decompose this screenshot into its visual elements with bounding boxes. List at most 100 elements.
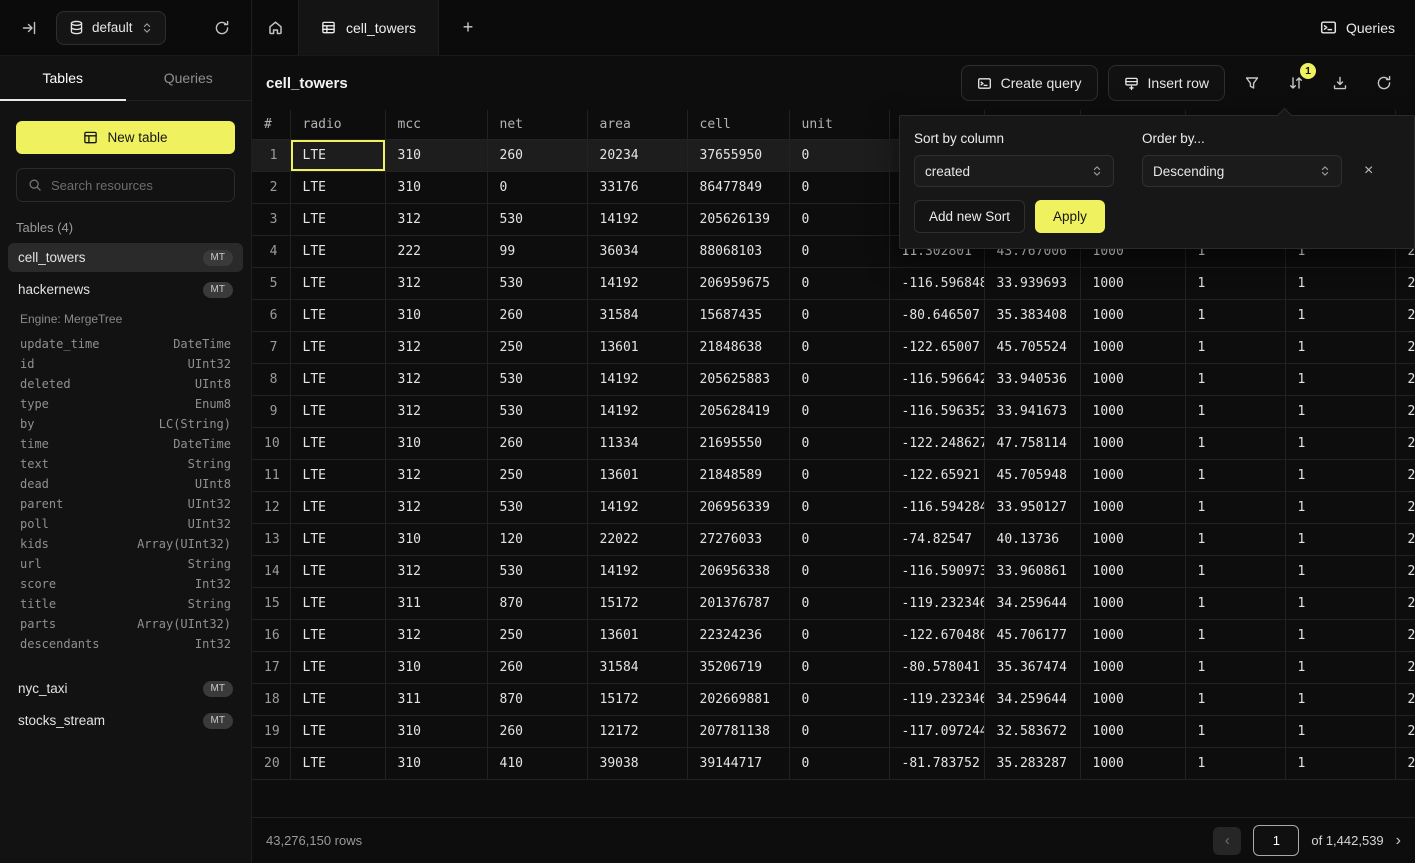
- cell[interactable]: 21695550: [687, 427, 789, 459]
- page-input[interactable]: [1253, 825, 1299, 856]
- cell[interactable]: 1: [1285, 555, 1395, 587]
- cell[interactable]: 31584: [587, 651, 687, 683]
- new-tab-button[interactable]: +: [453, 13, 483, 43]
- cell[interactable]: LTE: [290, 235, 385, 267]
- cell[interactable]: 310: [385, 171, 487, 203]
- cell[interactable]: 15687435: [687, 299, 789, 331]
- cell[interactable]: 1: [1285, 619, 1395, 651]
- cell[interactable]: 1: [1285, 715, 1395, 747]
- cell[interactable]: -119.232346: [889, 683, 984, 715]
- sidebar-table-hackernews[interactable]: hackernews MT: [8, 275, 243, 304]
- cell[interactable]: 0: [789, 299, 889, 331]
- cell[interactable]: 260: [487, 715, 587, 747]
- cell[interactable]: 1000: [1080, 459, 1185, 491]
- cell[interactable]: 1000: [1080, 491, 1185, 523]
- cell[interactable]: -119.232346: [889, 587, 984, 619]
- cell[interactable]: 0: [789, 715, 889, 747]
- cell[interactable]: 0: [789, 267, 889, 299]
- cell[interactable]: 0: [789, 427, 889, 459]
- cell[interactable]: 0: [789, 139, 889, 171]
- cell[interactable]: 15172: [587, 683, 687, 715]
- cell[interactable]: 0: [487, 171, 587, 203]
- cell[interactable]: 260: [487, 651, 587, 683]
- sidebar-tab-tables[interactable]: Tables: [0, 56, 126, 100]
- cell[interactable]: 13601: [587, 331, 687, 363]
- cell[interactable]: 34.259644: [984, 587, 1080, 619]
- cell[interactable]: 1: [1185, 555, 1285, 587]
- cell[interactable]: -122.248627: [889, 427, 984, 459]
- cell[interactable]: 530: [487, 203, 587, 235]
- cell[interactable]: 2: [1395, 491, 1415, 523]
- cell[interactable]: 2: [1395, 459, 1415, 491]
- remove-sort-button[interactable]: ×: [1364, 162, 1373, 180]
- column-header-mcc[interactable]: mcc: [385, 110, 487, 139]
- filter-button[interactable]: [1235, 66, 1269, 100]
- add-new-sort-button[interactable]: Add new Sort: [914, 200, 1025, 233]
- row-number[interactable]: 3: [252, 203, 290, 235]
- cell[interactable]: 260: [487, 299, 587, 331]
- cell[interactable]: 12172: [587, 715, 687, 747]
- cell[interactable]: 205625883: [687, 363, 789, 395]
- cell[interactable]: 35.383408: [984, 299, 1080, 331]
- cell[interactable]: 0: [789, 235, 889, 267]
- cell[interactable]: 2: [1395, 267, 1415, 299]
- sidebar-toggle-button[interactable]: [14, 13, 44, 43]
- cell[interactable]: LTE: [290, 363, 385, 395]
- cell[interactable]: LTE: [290, 203, 385, 235]
- row-number[interactable]: 8: [252, 363, 290, 395]
- cell[interactable]: 207781138: [687, 715, 789, 747]
- cell[interactable]: -122.65921: [889, 459, 984, 491]
- row-number[interactable]: 16: [252, 619, 290, 651]
- cell[interactable]: 34.259644: [984, 683, 1080, 715]
- row-number[interactable]: 1: [252, 139, 290, 171]
- cell[interactable]: -116.594284: [889, 491, 984, 523]
- cell[interactable]: 1: [1285, 427, 1395, 459]
- cell[interactable]: 0: [789, 491, 889, 523]
- cell[interactable]: -122.670486: [889, 619, 984, 651]
- cell[interactable]: 33.940536: [984, 363, 1080, 395]
- cell[interactable]: LTE: [290, 331, 385, 363]
- cell[interactable]: 1000: [1080, 555, 1185, 587]
- cell[interactable]: 312: [385, 555, 487, 587]
- cell[interactable]: 530: [487, 491, 587, 523]
- previous-page-button[interactable]: ‹: [1213, 827, 1241, 855]
- insert-row-button[interactable]: Insert row: [1108, 65, 1225, 101]
- cell[interactable]: 40.13736: [984, 523, 1080, 555]
- cell[interactable]: 32.583672: [984, 715, 1080, 747]
- sidebar-table-cell-towers[interactable]: cell_towers MT: [8, 243, 243, 272]
- cell[interactable]: 1000: [1080, 715, 1185, 747]
- cell[interactable]: 312: [385, 203, 487, 235]
- row-number[interactable]: 11: [252, 459, 290, 491]
- cell[interactable]: -74.82547: [889, 523, 984, 555]
- row-number[interactable]: 19: [252, 715, 290, 747]
- cell[interactable]: 1: [1285, 683, 1395, 715]
- row-number[interactable]: 13: [252, 523, 290, 555]
- cell[interactable]: 36034: [587, 235, 687, 267]
- download-button[interactable]: [1323, 66, 1357, 100]
- cell[interactable]: 1000: [1080, 747, 1185, 779]
- cell[interactable]: 1: [1285, 491, 1395, 523]
- sidebar-table-stocks-stream[interactable]: stocks_stream MT: [8, 706, 243, 735]
- cell[interactable]: 22022: [587, 523, 687, 555]
- cell[interactable]: 312: [385, 363, 487, 395]
- cell[interactable]: 21848589: [687, 459, 789, 491]
- cell[interactable]: 201376787: [687, 587, 789, 619]
- cell[interactable]: -116.590973: [889, 555, 984, 587]
- cell[interactable]: 250: [487, 331, 587, 363]
- cell[interactable]: 86477849: [687, 171, 789, 203]
- column-header-net[interactable]: net: [487, 110, 587, 139]
- sidebar-tab-queries[interactable]: Queries: [126, 56, 252, 100]
- cell[interactable]: 45.705948: [984, 459, 1080, 491]
- cell[interactable]: 14192: [587, 395, 687, 427]
- cell[interactable]: 2: [1395, 395, 1415, 427]
- cell[interactable]: 310: [385, 299, 487, 331]
- cell[interactable]: 1000: [1080, 523, 1185, 555]
- cell[interactable]: 35.367474: [984, 651, 1080, 683]
- cell[interactable]: 1: [1185, 491, 1285, 523]
- cell[interactable]: 0: [789, 331, 889, 363]
- cell[interactable]: 0: [789, 395, 889, 427]
- cell[interactable]: -80.578041: [889, 651, 984, 683]
- cell[interactable]: 33176: [587, 171, 687, 203]
- cell[interactable]: 1: [1185, 523, 1285, 555]
- cell[interactable]: LTE: [290, 523, 385, 555]
